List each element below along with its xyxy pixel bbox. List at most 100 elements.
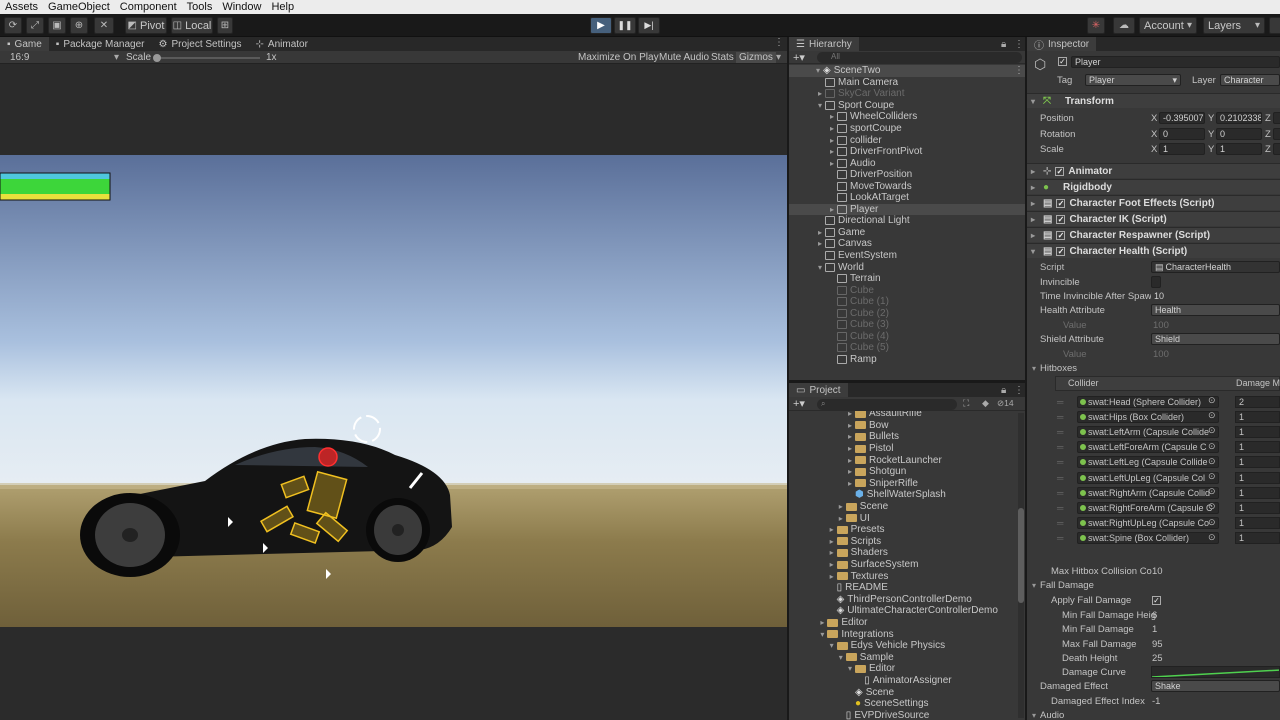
object-picker-icon[interactable]: ⊙ [1208, 517, 1216, 528]
gizmos-toggle[interactable]: Gizmos [736, 52, 776, 63]
hitbox-damage-field[interactable]: 1 [1235, 456, 1280, 469]
hierarchy-item[interactable]: ▸ Canvas [789, 238, 1025, 250]
chevron-down-icon[interactable]: ▾ [845, 664, 855, 673]
project-item[interactable]: ▸ Textures [789, 570, 1017, 582]
hitbox-row[interactable]: ═ swat:Head (Sphere Collider) ⊙ 2 [1057, 394, 1280, 409]
project-scrollbar[interactable] [1018, 413, 1024, 718]
drag-handle-icon[interactable]: ═ [1057, 457, 1063, 467]
hitbox-collider-field[interactable]: swat:Hips (Box Collider) [1077, 410, 1219, 423]
play-button[interactable]: ▶ [590, 17, 612, 34]
chevron-right-icon[interactable]: ▸ [827, 572, 837, 581]
hierarchy-item[interactable]: Directional Light [789, 215, 1025, 227]
hitbox-collider-field[interactable]: swat:Head (Sphere Collider) [1077, 395, 1219, 408]
min-fall-damage-field[interactable]: 1 [1152, 622, 1157, 636]
hitbox-damage-field[interactable]: 1 [1235, 441, 1280, 454]
rotation-y-field[interactable]: 0 [1216, 128, 1262, 140]
project-item[interactable]: ▸ Shotgun [789, 466, 1017, 478]
chevron-right-icon[interactable]: ▸ [815, 89, 825, 98]
character-health-header[interactable]: ▾ ▤ ✓ Character Health (Script) [1027, 243, 1280, 258]
hitbox-damage-field[interactable]: 1 [1235, 425, 1280, 438]
hitbox-row[interactable]: ═ swat:RightUpLeg (Capsule Co ⊙ 1 [1057, 516, 1280, 531]
hitbox-damage-field[interactable]: 2 [1235, 395, 1280, 408]
chevron-right-icon[interactable]: ▸ [827, 205, 837, 214]
chevron-right-icon[interactable]: ▸ [827, 147, 837, 156]
chevron-right-icon[interactable]: ▸ [827, 560, 837, 569]
position-x-field[interactable]: -0.395007 [1159, 112, 1205, 124]
hitbox-damage-field[interactable]: 1 [1235, 532, 1280, 545]
menu-assets[interactable]: Assets [0, 1, 43, 13]
hierarchy-item[interactable]: EventSystem [789, 250, 1025, 262]
chevron-right-icon[interactable]: ▸ [845, 456, 855, 465]
hitbox-row[interactable]: ═ swat:LeftUpLeg (Capsule Col ⊙ 1 [1057, 470, 1280, 485]
project-item[interactable]: ▸ Presets [789, 524, 1017, 536]
project-item[interactable]: ▸ UI [789, 512, 1017, 524]
chevron-right-icon[interactable]: ▸ [827, 159, 837, 168]
project-item[interactable]: ▸ Pistol [789, 443, 1017, 455]
menu-help[interactable]: Help [266, 1, 299, 13]
cloud-icon[interactable]: ☁ [1113, 17, 1135, 34]
project-item[interactable]: ▾ Editor [789, 663, 1017, 675]
death-height-field[interactable]: 25 [1152, 651, 1163, 665]
hitbox-damage-field[interactable]: 1 [1235, 486, 1280, 499]
drag-handle-icon[interactable]: ═ [1057, 442, 1063, 452]
max-hitbox-field[interactable]: 10 [1152, 564, 1163, 578]
project-item[interactable]: ▸ Shaders [789, 547, 1017, 559]
chevron-down-icon[interactable]: ▾ [815, 263, 825, 272]
add-icon[interactable]: +▾ [793, 51, 805, 64]
filter-label-icon[interactable]: ◆ [982, 398, 989, 409]
scale-slider[interactable] [153, 54, 260, 62]
tab-package-manager[interactable]: ▪ Package Manager [49, 37, 152, 51]
mute-audio-toggle[interactable]: Mute Audio [659, 52, 709, 63]
game-viewport[interactable] [0, 155, 787, 627]
apply-fall-damage-checkbox[interactable]: ✓ [1152, 596, 1161, 605]
project-item[interactable]: ▸ SniperRifle [789, 478, 1017, 490]
tab-project[interactable]: ▭ Project [789, 383, 848, 397]
custom-tool-icon[interactable]: ✕ [94, 17, 114, 34]
hitbox-row[interactable]: ═ swat:LeftArm (Capsule Collide ⊙ 1 [1057, 424, 1280, 439]
object-picker-icon[interactable]: ⊙ [1208, 456, 1216, 467]
hitbox-row[interactable]: ═ swat:LeftForeArm (Capsule C ⊙ 1 [1057, 440, 1280, 455]
hitbox-collider-field[interactable]: swat:RightArm (Capsule Collid [1077, 486, 1219, 499]
hitbox-damage-field[interactable]: 1 [1235, 517, 1280, 530]
hitbox-collider-field[interactable]: swat:LeftUpLeg (Capsule Col [1077, 471, 1219, 484]
project-item[interactable]: ▾ Integrations [789, 628, 1017, 640]
chevron-down-icon[interactable]: ▾ [827, 641, 837, 650]
drag-handle-icon[interactable]: ═ [1057, 412, 1063, 422]
hierarchy-item[interactable]: ▸ SkyCar Variant [789, 88, 1025, 100]
chevron-down-icon[interactable]: ▾ [817, 630, 827, 639]
project-item[interactable]: ▾ Sample [789, 652, 1017, 664]
position-y-field[interactable]: 0.2102338 [1216, 112, 1262, 124]
kebab-menu-icon[interactable]: ⋮ [1014, 385, 1024, 396]
scene-row[interactable]: ▾ ◈ SceneTwo ⋮ [789, 65, 1025, 77]
chevron-right-icon[interactable]: ▸ [827, 525, 837, 534]
scale-tool-icon[interactable]: ⤢ [26, 17, 44, 34]
hitboxes-foldout[interactable]: ▾ Hitboxes [1032, 361, 1077, 375]
hierarchy-item[interactable]: ▾ World [789, 261, 1025, 273]
project-item[interactable]: ▸ Bullets [789, 431, 1017, 443]
lock-icon[interactable]: 🔒︎ [1001, 385, 1006, 396]
project-item[interactable]: ▸ Bow [789, 420, 1017, 432]
project-item[interactable]: ● SceneSettings [789, 698, 1017, 710]
object-picker-icon[interactable]: ⊙ [1208, 532, 1216, 543]
chevron-right-icon[interactable]: ▸ [827, 537, 837, 546]
hierarchy-item[interactable]: Cube [789, 284, 1025, 296]
tab-game[interactable]: ▪ Game [0, 37, 49, 51]
tab-project-settings[interactable]: ⚙ Project Settings [152, 37, 249, 51]
respawner-checkbox[interactable]: ✓ [1056, 230, 1066, 240]
hitbox-collider-field[interactable]: swat:LeftArm (Capsule Collide [1077, 425, 1219, 438]
collab-icon[interactable]: ✳ [1087, 17, 1105, 34]
foot-effects-header[interactable]: ▸ ▤ ✓ Character Foot Effects (Script) [1027, 195, 1280, 210]
hitbox-row[interactable]: ═ swat:RightArm (Capsule Collid ⊙ 1 [1057, 485, 1280, 500]
foot-effects-checkbox[interactable]: ✓ [1056, 198, 1066, 208]
audio-foldout[interactable]: ▾ Audio [1032, 708, 1064, 720]
project-item[interactable]: ⬢ ShellWaterSplash [789, 489, 1017, 501]
character-ik-header[interactable]: ▸ ▤ ✓ Character IK (Script) [1027, 211, 1280, 226]
object-picker-icon[interactable]: ⊙ [1208, 441, 1216, 452]
hierarchy-item[interactable]: ▸ collider [789, 134, 1025, 146]
hitbox-damage-field[interactable]: 1 [1235, 471, 1280, 484]
rotation-z-field[interactable] [1273, 128, 1280, 140]
damaged-effect-dropdown[interactable]: Shake [1151, 680, 1280, 692]
project-item[interactable]: ▸ Scripts [789, 536, 1017, 548]
hierarchy-search-input[interactable]: All [817, 52, 1022, 63]
chevron-right-icon[interactable]: ▸ [836, 502, 846, 511]
